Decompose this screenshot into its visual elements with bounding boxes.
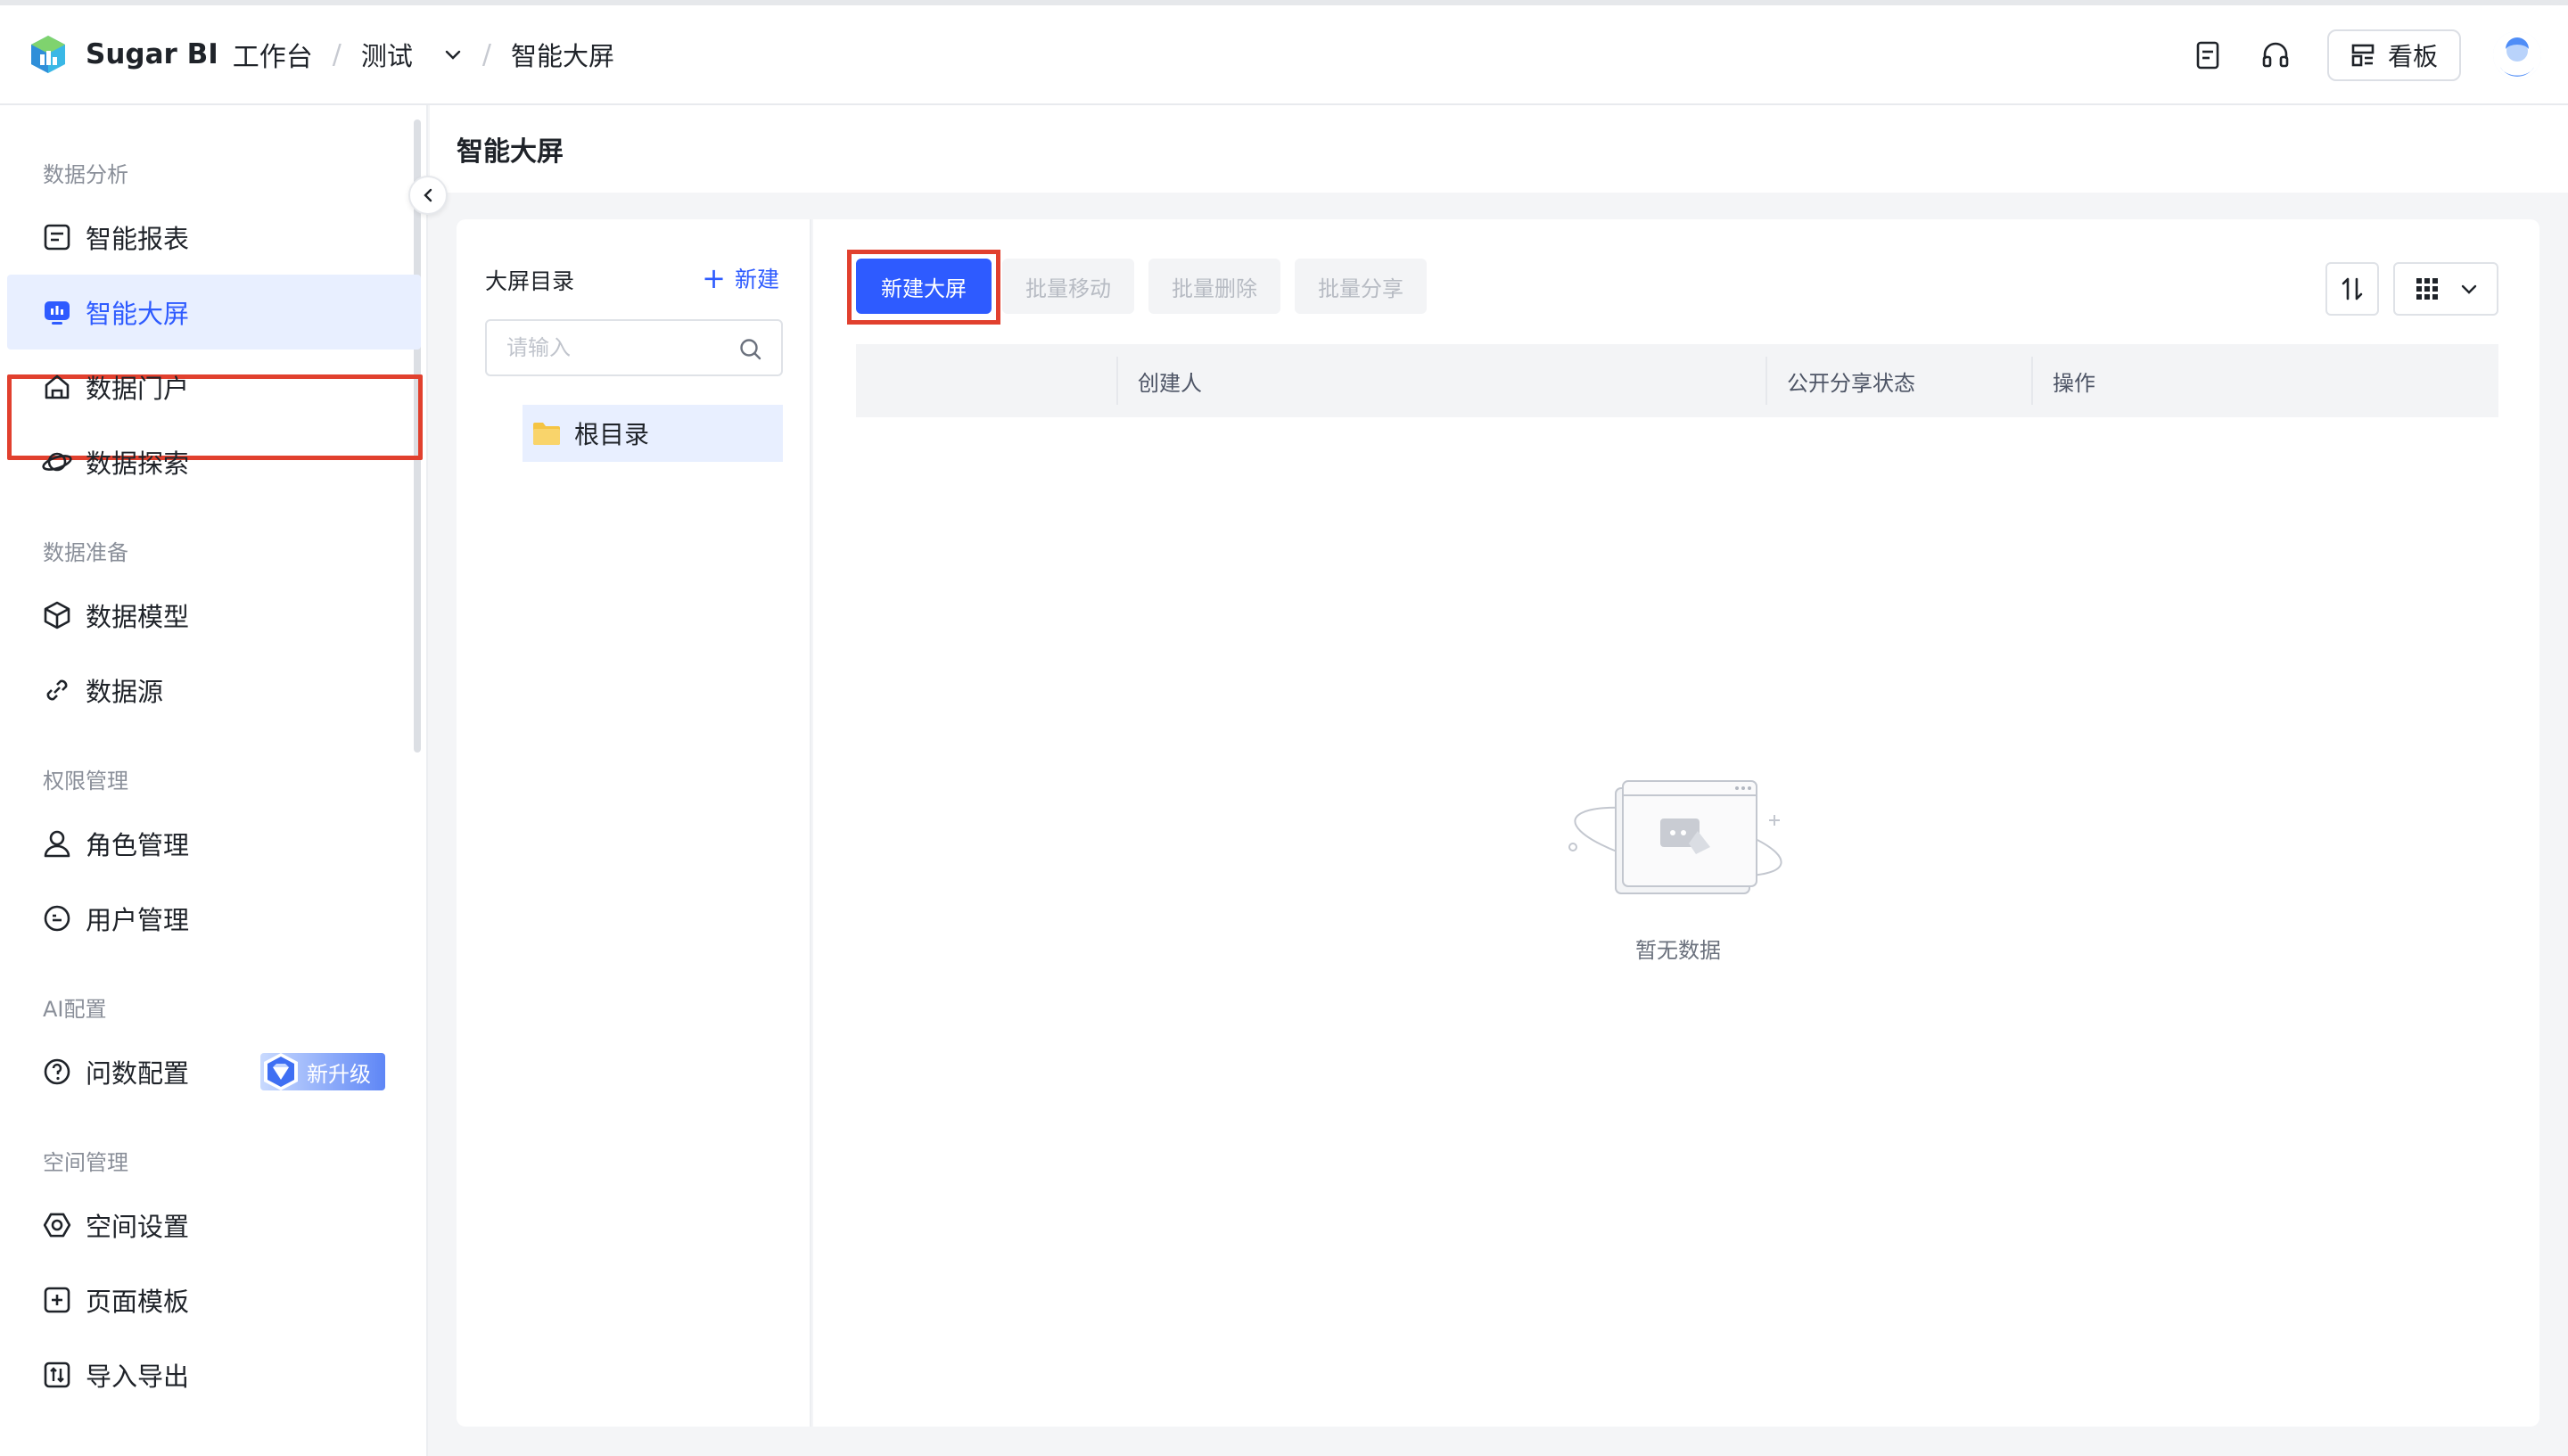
sidebar-item-label: 角色管理: [86, 830, 190, 860]
sidebar-item-model[interactable]: 数据模型: [7, 578, 421, 653]
sidebar-item-space-settings[interactable]: 空间设置: [7, 1188, 421, 1263]
brand[interactable]: Sugar BI 工作台: [27, 33, 313, 76]
question-icon: [41, 1056, 73, 1088]
sidebar-item-label: 数据门户: [86, 374, 190, 404]
sidebar-item-label: 用户管理: [86, 905, 190, 935]
column-header-share-status[interactable]: 公开分享状态: [1767, 344, 2031, 417]
chevron-down-icon: [2461, 284, 2476, 294]
chevron-left-icon: [424, 188, 432, 202]
directory-new-button[interactable]: + 新建: [702, 262, 779, 294]
sidebar-item-label: 问数配置: [86, 1058, 190, 1089]
directory-title: 大屏目录: [485, 268, 575, 294]
column-header-creator[interactable]: 创建人: [1118, 344, 1766, 417]
settings-icon: [41, 1209, 73, 1241]
breadcrumb-separator: /: [332, 38, 342, 70]
template-icon: [41, 1284, 73, 1316]
top-bar: Sugar BI 工作台 / 测试 / 智能大屏 看板: [0, 0, 2568, 105]
directory-search-input[interactable]: [506, 335, 720, 360]
sidebar-group-analysis: 数据分析: [43, 162, 128, 187]
kanban-icon: [2350, 43, 2375, 68]
new-screen-button[interactable]: 新建大屏: [856, 259, 992, 314]
batch-delete-button[interactable]: 批量删除: [1148, 259, 1280, 314]
sidebar-collapse-button[interactable]: [408, 176, 448, 215]
kanban-button[interactable]: 看板: [2326, 29, 2461, 81]
home-icon: [41, 371, 73, 403]
sidebar-group-ai: AI配置: [43, 997, 107, 1022]
directory-new-label: 新建: [734, 267, 779, 292]
empty-data-illustration-icon: [1568, 780, 1782, 894]
plus-icon: +: [702, 261, 726, 295]
empty-state: 暂无数据: [1562, 772, 1794, 964]
breadcrumb-current: 智能大屏: [510, 41, 614, 71]
page-title: 智能大屏: [430, 105, 2568, 193]
breadcrumb-separator: /: [482, 38, 491, 70]
tree-node-root[interactable]: 根目录: [523, 405, 783, 462]
sidebar-item-label: 智能大屏: [86, 299, 190, 329]
diamond-icon: [259, 1049, 303, 1094]
sidebar-group-permission: 权限管理: [43, 769, 128, 794]
upgrade-badge-label: 新升级: [307, 1061, 371, 1087]
cube-icon: [41, 599, 73, 631]
sidebar-item-role[interactable]: 角色管理: [7, 806, 421, 881]
user-circle-icon: [41, 902, 73, 934]
sidebar-item-template[interactable]: 页面模板: [7, 1263, 421, 1337]
sidebar: 数据分析 智能报表 智能大屏 数据门户 数据探索 数据准备 数据模型 数据源 权…: [0, 105, 428, 1456]
content-panel: 新建大屏 批量移动 批量删除 批量分享 创建人 公开分享状态 操作 暂无数据: [813, 219, 2539, 1427]
column-header-name: [856, 344, 1116, 417]
folder-icon: [531, 420, 562, 447]
upgrade-badge: 新升级: [260, 1053, 385, 1090]
document-icon[interactable]: [2188, 36, 2227, 75]
headset-icon[interactable]: [2256, 36, 2295, 75]
sidebar-group-prep: 数据准备: [43, 540, 128, 565]
sort-button[interactable]: [2325, 262, 2379, 316]
report-icon: [41, 221, 73, 253]
batch-share-button[interactable]: 批量分享: [1295, 259, 1427, 314]
sidebar-item-report[interactable]: 智能报表: [7, 200, 421, 275]
page-title-text: 智能大屏: [457, 136, 564, 168]
empty-state-text: 暂无数据: [1635, 938, 1721, 963]
brand-name: Sugar BI: [86, 38, 218, 70]
sidebar-item-source[interactable]: 数据源: [7, 653, 421, 728]
directory-panel: 大屏目录 + 新建 根目录: [457, 219, 811, 1427]
sidebar-group-space: 空间管理: [43, 1150, 128, 1175]
chevron-down-icon[interactable]: [443, 45, 463, 64]
brand-subtitle: 工作台: [232, 42, 313, 73]
batch-move-button[interactable]: 批量移动: [1002, 259, 1134, 314]
sidebar-item-label: 页面模板: [86, 1287, 190, 1317]
sidebar-item-user[interactable]: 用户管理: [7, 881, 421, 956]
link-icon: [41, 674, 73, 706]
sidebar-item-label: 智能报表: [86, 224, 190, 254]
kanban-label: 看板: [2387, 42, 2438, 71]
sidebar-item-label: 数据源: [86, 677, 164, 707]
sidebar-item-portal[interactable]: 数据门户: [7, 350, 421, 424]
directory-search: [485, 319, 783, 376]
workspace-name[interactable]: 测试: [361, 36, 413, 73]
search-icon[interactable]: [738, 337, 763, 366]
sidebar-item-import-export[interactable]: 导入导出: [7, 1337, 421, 1412]
import-export-icon: [41, 1359, 73, 1391]
user-icon: [41, 827, 73, 860]
sidebar-item-label: 数据模型: [86, 602, 190, 632]
sort-icon: [2342, 277, 2363, 300]
sidebar-item-label: 空间设置: [86, 1212, 190, 1242]
avatar[interactable]: [2493, 31, 2541, 79]
planet-icon: [41, 446, 73, 478]
sidebar-item-label: 导入导出: [86, 1361, 190, 1392]
sidebar-item-label: 数据探索: [86, 448, 190, 479]
table-header: 创建人 公开分享状态 操作: [856, 344, 2498, 417]
grid-view-icon: [2416, 278, 2438, 300]
sugar-bi-logo-icon: [27, 33, 70, 76]
column-header-actions: 操作: [2053, 370, 2095, 396]
sidebar-item-screen[interactable]: 智能大屏: [7, 275, 421, 350]
tree-node-label: 根目录: [574, 420, 650, 449]
sidebar-item-explore[interactable]: 数据探索: [7, 424, 421, 499]
screen-icon: [41, 296, 73, 328]
view-mode-dropdown[interactable]: [2393, 262, 2498, 316]
